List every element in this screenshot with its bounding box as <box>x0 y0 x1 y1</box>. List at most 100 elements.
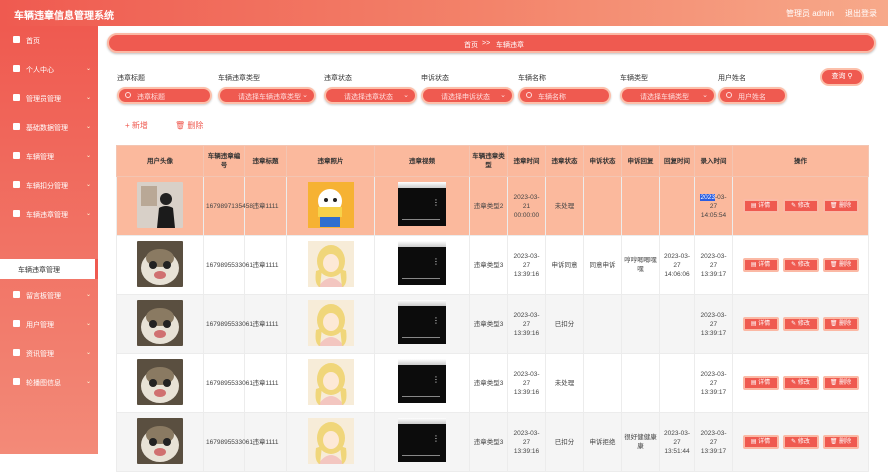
sidebar-item-11[interactable]: 轮播图信息 ⌄ <box>0 369 98 395</box>
delete-button[interactable]: 🗑 删除 <box>822 258 859 272</box>
filter-input-5[interactable]: 请选择车辆类型 ⌄ <box>620 87 716 104</box>
entry-time-cell: 2023-03-27 14:05:54 <box>694 176 733 236</box>
detail-button[interactable]: ▤ 详情 <box>742 435 779 449</box>
filter-placeholder: 车辆名称 <box>538 94 566 101</box>
column-header: 违章视频 <box>374 145 470 177</box>
sidebar-item-6[interactable]: 车辆违章管理 ⌄ <box>0 201 98 227</box>
delete-label: 删除 <box>839 439 852 445</box>
sidebar-item-8[interactable]: 留言板管理 ⌄ <box>0 282 98 308</box>
photo-cell <box>286 176 375 236</box>
table-row: 1679897135458 违章1111 ⋮ 违章类型2 2023-03-21 00:0… <box>116 176 869 236</box>
time-cell-text: 2023-03-21 00:00:00 <box>513 193 540 219</box>
violation-no-cell: 1679895533061 <box>203 294 253 354</box>
column-header: 违章状态 <box>545 145 584 177</box>
sidebar-item-5[interactable]: 车辆扣分管理 ⌄ <box>0 172 98 198</box>
main-content: 首页 >> 车辆违章 违章标题 违章标题 车辆违章类型 请选择车辆违章类型 ⌄ 违章状态请… <box>98 26 888 472</box>
edit-button[interactable]: ✎ 修改 <box>782 435 819 449</box>
entry-time-text: 2023-03-27 13:39:17 <box>700 252 727 278</box>
photo-cell <box>286 353 375 413</box>
violation-photo <box>307 417 354 464</box>
reply-time-cell: 2023-03-27 14:06:06 <box>659 235 695 295</box>
message-icon <box>13 291 20 298</box>
violation-no-cell-text: 1679895533061 <box>206 320 253 328</box>
sidebar-item-3[interactable]: 基础数据管理 ⌄ <box>0 114 98 140</box>
delete-button[interactable]: 🗑 删除 <box>822 317 859 331</box>
delete-button[interactable]: 🗑 删除 <box>822 376 859 390</box>
trash-icon: 🗑 <box>829 203 840 209</box>
edit-icon: ✎ <box>791 262 798 268</box>
sidebar-item-0[interactable]: 首页 <box>0 27 98 53</box>
admin-label: 管理员 admin <box>786 9 835 18</box>
filter-input-1[interactable]: 请选择车辆违章类型 ⌄ <box>218 87 316 104</box>
filter-label-3: 申诉状态 <box>421 75 449 82</box>
column-header: 录入时间 <box>694 145 733 177</box>
chevron-down-icon: ⌄ <box>85 211 91 217</box>
detail-button[interactable]: ▤ 详情 <box>742 199 779 213</box>
type-cell: 违章类型3 <box>469 294 508 354</box>
table-row: 1679895533061 违章1111 ⋮ 违章类型3 2023-03-27 13:3… <box>116 235 869 295</box>
delete-button[interactable]: 🗑 删除 <box>822 199 859 213</box>
edit-button[interactable]: ✎ 修改 <box>782 258 819 272</box>
logout-link[interactable]: 退出登录 <box>845 8 877 19</box>
add-button[interactable]: + 新增 <box>125 120 148 131</box>
detail-button[interactable]: ▤ 详情 <box>742 317 779 331</box>
edit-label: 修改 <box>797 439 810 445</box>
sidebar: 首页个人中心⌄管理员管理⌄基础数据管理⌄车辆管理⌄车辆扣分管理⌄车辆违章管理⌄公… <box>0 26 98 454</box>
status-cell: 已扣分 <box>545 294 584 354</box>
time-cell-text: 2023-03-27 13:39:16 <box>513 311 540 337</box>
avatar-cell <box>116 235 204 295</box>
filter-input-3[interactable]: 请选择申诉状态 ⌄ <box>421 87 514 104</box>
title-cell-text: 违章1111 <box>252 379 279 387</box>
chevron-down-icon: ⌄ <box>85 292 91 298</box>
delete-label: 删除 <box>839 203 852 209</box>
reply-time-cell <box>659 294 695 354</box>
sidebar-subitem-violations[interactable]: 车辆违章管理 <box>0 259 98 279</box>
type-cell-text: 违章类型2 <box>473 202 504 210</box>
sidebar-item-9[interactable]: 用户管理 ⌄ <box>0 311 98 337</box>
filter-input-2[interactable]: 请选择违章状态 ⌄ <box>324 87 417 104</box>
filter-label-0: 违章标题 <box>117 75 145 82</box>
type-cell: 违章类型3 <box>469 235 508 295</box>
breadcrumb-home[interactable]: 首页 <box>464 40 478 50</box>
delete-button[interactable]: 🗑 删除 <box>822 435 859 449</box>
sidebar-item-2[interactable]: 管理员管理 ⌄ <box>0 85 98 111</box>
status-cell-text: 已扣分 <box>554 438 575 446</box>
filter-label-1: 车辆违章类型 <box>218 75 260 82</box>
photo-cell <box>286 235 375 295</box>
filter-input-0[interactable]: 违章标题 <box>117 87 212 104</box>
chevron-down-icon: ⌄ <box>85 350 91 356</box>
edit-icon: ✎ <box>791 380 798 386</box>
edit-button[interactable]: ✎ 修改 <box>782 199 819 213</box>
add-label: 新增 <box>131 121 148 130</box>
filter-input-4[interactable]: 车辆名称 <box>518 87 611 104</box>
detail-button[interactable]: ▤ 详情 <box>742 376 779 390</box>
batch-delete-button[interactable]: 🗑 删除 <box>175 120 203 131</box>
violation-video[interactable]: ⋮ <box>398 418 446 462</box>
user-avatar <box>137 299 183 346</box>
violation-no-cell: 1679895533061 <box>203 235 253 295</box>
video-cell: ⋮ <box>374 294 470 354</box>
detail-button[interactable]: ▤ 详情 <box>742 258 779 272</box>
violation-video[interactable]: ⋮ <box>398 359 446 403</box>
search-icon <box>526 92 532 98</box>
sidebar-item-1[interactable]: 个人中心 ⌄ <box>0 56 98 82</box>
edit-label: 修改 <box>797 203 810 209</box>
edit-button[interactable]: ✎ 修改 <box>782 317 819 331</box>
edit-button[interactable]: ✎ 修改 <box>782 376 819 390</box>
violation-video[interactable]: ⋮ <box>398 241 446 285</box>
points-icon <box>13 181 20 188</box>
chevron-down-icon: ⌄ <box>85 124 91 130</box>
filter-placeholder: 违章标题 <box>137 94 165 101</box>
violation-video[interactable]: ⋮ <box>398 182 446 226</box>
sidebar-item-4[interactable]: 车辆管理 ⌄ <box>0 143 98 169</box>
detail-label: 详情 <box>758 380 771 386</box>
sidebar-item-label: 管理员管理 <box>26 96 61 103</box>
detail-label: 详情 <box>758 203 771 209</box>
violation-video[interactable]: ⋮ <box>398 300 446 344</box>
type-cell-text: 违章类型3 <box>473 379 504 387</box>
query-button[interactable]: 查询 ⚲ <box>820 68 864 86</box>
filter-input-6[interactable]: 用户姓名 <box>718 87 787 104</box>
sidebar-item-10[interactable]: 资讯管理 ⌄ <box>0 340 98 366</box>
sidebar-item-label: 车辆违章管理 <box>26 212 68 219</box>
more-options-icon: ⋮ <box>432 198 440 207</box>
